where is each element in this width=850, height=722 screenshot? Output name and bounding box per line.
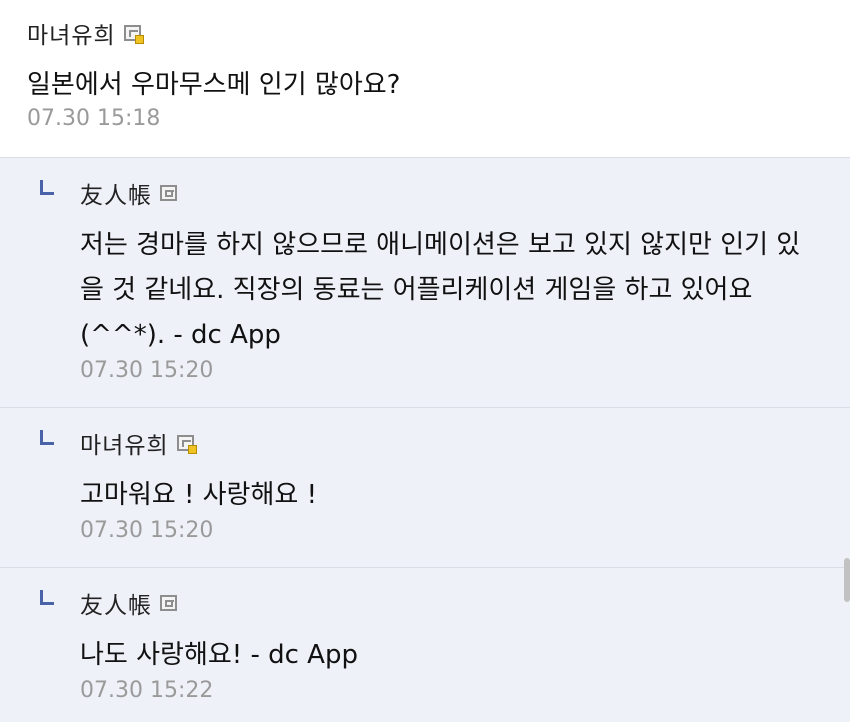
comment-text: 일본에서 우마무스메 인기 많아요?: [27, 70, 401, 100]
gallery-user-silver-icon: [160, 185, 177, 201]
reply-text: 저는 경마를 하지 않으므로 애니메이션은 보고 있지 않지만 인기 있을 것 …: [80, 230, 801, 350]
reply-timestamp: 07.30 15:20: [80, 518, 214, 543]
reply-author-row: 友人帳: [80, 585, 850, 621]
comment-author-row: 마녀유희: [27, 15, 850, 51]
comment-thread: 마녀유희 일본에서 우마무스메 인기 많아요? 07.30 15:18 友人帳 …: [0, 0, 850, 722]
reply-item: 友人帳 저는 경마를 하지 않으므로 애니메이션은 보고 있지 않지만 인기 있…: [0, 157, 850, 407]
reply-item: 마녀유희 고마워요 ! 사랑해요 ! 07.30 15:20: [0, 407, 850, 567]
reply-author[interactable]: 友人帳: [80, 176, 152, 210]
reply-text: 고마워요 ! 사랑해요 !: [80, 480, 317, 510]
gallery-user-gold-icon: [176, 435, 197, 454]
reply-timestamp: 07.30 15:22: [80, 678, 214, 703]
reply-author[interactable]: 마녀유희: [80, 426, 169, 460]
reply-text: 나도 사랑해요! - dc App: [80, 640, 358, 670]
reply-arrow-icon: [40, 430, 54, 445]
reply-author-row: 마녀유희: [80, 425, 850, 461]
reply-arrow-icon: [40, 590, 54, 605]
gallery-user-gold-icon: [123, 25, 144, 44]
scrollbar[interactable]: [844, 558, 850, 602]
gallery-user-silver-icon: [160, 595, 177, 611]
reply-arrow-icon: [40, 180, 54, 195]
comment-timestamp: 07.30 15:18: [27, 106, 161, 131]
reply-author[interactable]: 友人帳: [80, 586, 152, 620]
reply-timestamp: 07.30 15:20: [80, 358, 214, 383]
reply-author-row: 友人帳: [80, 175, 850, 211]
comment-author[interactable]: 마녀유희: [27, 16, 116, 50]
reply-item: 友人帳 나도 사랑해요! - dc App 07.30 15:22: [0, 567, 850, 722]
comment-item: 마녀유희 일본에서 우마무스메 인기 많아요? 07.30 15:18: [0, 0, 850, 157]
